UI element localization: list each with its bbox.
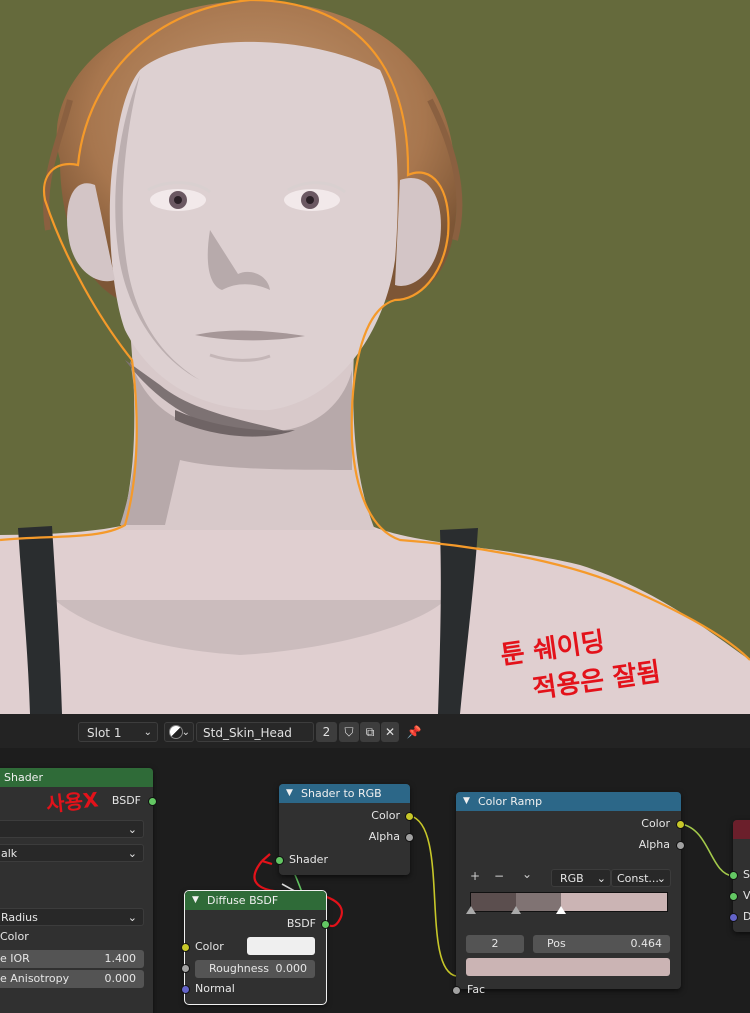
- dropdown-value: Radius: [1, 911, 38, 924]
- node-color-ramp[interactable]: ▼ Color Ramp Color Alpha + − ⌄ RGB ⌄ Con…: [452, 792, 685, 996]
- interpolation-dropdown[interactable]: Const... ⌄: [611, 869, 671, 887]
- color-label: Color: [0, 930, 29, 943]
- color-stop-marker[interactable]: [466, 906, 476, 914]
- input-displacement-label: D: [743, 910, 750, 923]
- stop-index-field[interactable]: 2: [466, 935, 524, 953]
- output-color-label: Color: [371, 809, 400, 822]
- output-socket-bsdf[interactable]: [148, 797, 157, 806]
- field-label: Pos: [547, 937, 566, 950]
- 3d-viewport[interactable]: 툰 쉐이딩 적용은 잘됨: [0, 0, 750, 714]
- output-label: BSDF: [111, 794, 141, 807]
- stop-color-swatch[interactable]: [466, 958, 670, 976]
- chevron-down-icon: ▼: [192, 895, 199, 905]
- node-header: Shader: [0, 768, 153, 787]
- roughness-field[interactable]: Roughness 0.000: [195, 960, 315, 978]
- dropdown-value: RGB: [560, 872, 584, 885]
- input-surface-label: S: [743, 868, 750, 881]
- input-socket-displacement[interactable]: [729, 913, 738, 922]
- input-shader-label: Shader: [289, 853, 328, 866]
- input-socket-shader[interactable]: [275, 856, 284, 865]
- input-socket-normal[interactable]: [181, 985, 190, 994]
- link-color-to-fac: [409, 815, 457, 977]
- input-fac-label: Fac: [467, 983, 486, 996]
- anisotropy-field[interactable]: e Anisotropy 0.000: [0, 970, 144, 988]
- link-ramp-to-output: [680, 823, 734, 877]
- input-socket-surface[interactable]: [729, 871, 738, 880]
- ramp-options-button[interactable]: ⌄: [522, 866, 532, 882]
- node-header: ▼ Color Ramp: [456, 792, 681, 811]
- stop-position-field[interactable]: Pos 0.464: [533, 935, 670, 953]
- input-normal-label: Normal: [195, 982, 235, 995]
- distribution-dropdown[interactable]: ⌄: [0, 820, 144, 838]
- color-stop-marker[interactable]: [511, 906, 521, 914]
- input-socket-fac[interactable]: [452, 986, 461, 995]
- field-value: 2: [491, 937, 499, 950]
- node-header: ▼ Shader to RGB: [279, 784, 410, 803]
- output-socket-bsdf[interactable]: [321, 920, 330, 929]
- color-stop-marker-active[interactable]: [556, 906, 566, 914]
- output-socket-alpha[interactable]: [676, 841, 685, 850]
- node-title: Color Ramp: [478, 795, 543, 808]
- node-title: Shader: [4, 771, 43, 784]
- radius-dropdown[interactable]: Radius ⌄: [0, 908, 144, 926]
- ior-field[interactable]: e IOR 1.400: [0, 950, 144, 968]
- node-output-partial[interactable]: S V D: [729, 820, 750, 932]
- node-header: ▼ Diffuse BSDF: [185, 891, 326, 910]
- chevron-down-icon: ▼: [463, 796, 470, 806]
- field-label: e Anisotropy: [0, 972, 70, 985]
- chevron-down-icon: ⌄: [127, 823, 137, 836]
- chevron-down-icon: ⌄: [127, 911, 137, 924]
- node-shader-to-rgb[interactable]: ▼ Shader to RGB Color Alpha Shader: [275, 784, 414, 875]
- character-render: [0, 0, 750, 714]
- chevron-down-icon: ▼: [286, 788, 293, 798]
- input-socket-volume[interactable]: [729, 892, 738, 901]
- node-header: [733, 820, 750, 839]
- node-title: Shader to RGB: [301, 787, 382, 800]
- node-diffuse-bsdf[interactable]: ▼ Diffuse BSDF BSDF Color Roughness 0.00…: [181, 890, 330, 1005]
- field-value: 1.400: [104, 952, 137, 965]
- subsurface-method-dropdown[interactable]: alk ⌄: [0, 844, 144, 862]
- field-label: Roughness: [209, 962, 270, 975]
- field-value: 0.464: [630, 937, 663, 950]
- input-color-label: Color: [195, 940, 224, 953]
- shader-node-editor[interactable]: Slot 1 ⌄ ⌄ Std_Skin_Head 2 ⛉ ⧉ ✕ 📌 Shade…: [0, 714, 750, 1013]
- output-socket-color[interactable]: [676, 820, 685, 829]
- output-socket-color[interactable]: [405, 812, 414, 821]
- output-socket-alpha[interactable]: [405, 833, 414, 842]
- face: [109, 41, 398, 411]
- chevron-down-icon: ⌄: [127, 847, 137, 860]
- remove-stop-button[interactable]: −: [494, 868, 504, 884]
- field-value: 0.000: [275, 962, 308, 975]
- output-alpha-label: Alpha: [638, 838, 670, 851]
- color-swatch[interactable]: [247, 937, 315, 955]
- input-socket-color[interactable]: [181, 943, 190, 952]
- input-socket-roughness[interactable]: [181, 964, 190, 973]
- output-color-label: Color: [641, 817, 670, 830]
- field-value: 0.000: [104, 972, 137, 985]
- dropdown-value: alk: [1, 847, 18, 860]
- color-ramp-gradient[interactable]: [470, 892, 668, 912]
- add-stop-button[interactable]: +: [470, 868, 480, 884]
- chevron-down-icon: ⌄: [596, 872, 606, 885]
- color-mode-dropdown[interactable]: RGB ⌄: [551, 869, 611, 887]
- output-bsdf-label: BSDF: [286, 917, 316, 930]
- dropdown-value: Const...: [617, 872, 659, 885]
- node-title: Diffuse BSDF: [207, 894, 279, 907]
- chevron-down-icon: ⌄: [656, 872, 666, 885]
- annotation-not-used: 사용X: [45, 787, 100, 817]
- field-label: e IOR: [0, 952, 30, 965]
- output-alpha-label: Alpha: [368, 830, 400, 843]
- input-volume-label: V: [743, 889, 750, 902]
